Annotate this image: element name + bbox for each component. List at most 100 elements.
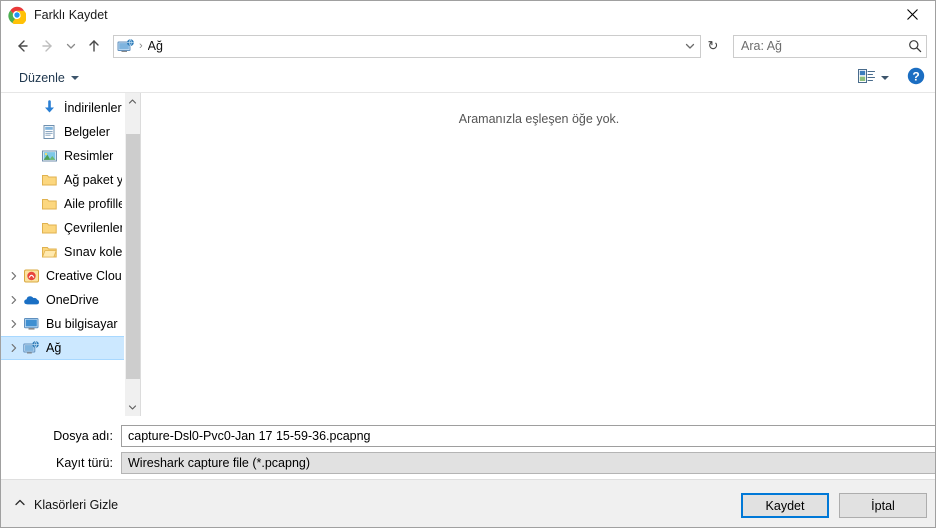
up-arrow-icon [89, 40, 99, 52]
up-button[interactable] [81, 33, 107, 59]
save-as-dialog: Farklı Kaydet › Ağ ↻ Ara: Ağ Düzenle ? İ… [0, 0, 936, 528]
organize-button[interactable]: Düzenle [15, 69, 83, 87]
filetype-row: Kayıt türü: Wireshark capture file (*.pc… [1, 452, 935, 474]
folder-tree: İndirilenler Belgeler Resimler Ağ paket yak… [1, 93, 140, 360]
sidebar-item[interactable]: Sınav koleji [1, 240, 140, 264]
view-options-button[interactable] [858, 68, 889, 87]
sidebar-item-label: OneDrive [46, 293, 99, 307]
folder-open-icon [40, 244, 58, 260]
network-icon [22, 340, 40, 356]
pictures-icon [40, 148, 58, 164]
file-list-pane[interactable]: Aramanızla eşleşen öğe yok. [140, 93, 935, 416]
command-bar: Düzenle ? [1, 63, 935, 93]
expander-chevron-icon[interactable] [9, 271, 19, 281]
svg-text:?: ? [912, 69, 919, 83]
back-button[interactable] [9, 33, 35, 59]
onedrive-icon [23, 296, 39, 305]
filetype-field[interactable]: Wireshark capture file (*.pcapng) [121, 452, 935, 474]
scrollbar-thumb[interactable] [126, 134, 140, 379]
pictures-icon [41, 150, 57, 162]
sidebar-item-label: Ağ [46, 341, 62, 355]
sidebar-item-label: Aile profilleri (eb [64, 197, 122, 211]
folder-icon [41, 199, 57, 210]
breadcrumb-separator: › [139, 40, 143, 52]
dialog-body: İndirilenler Belgeler Resimler Ağ paket yak… [1, 93, 935, 416]
chrome-icon [8, 6, 27, 26]
view-layout-icon [858, 68, 876, 87]
sidebar-item-label: Resimler [64, 149, 114, 163]
back-arrow-icon [18, 40, 28, 52]
scroll-down-button[interactable] [125, 399, 140, 416]
search-input[interactable]: Ara: Ağ [741, 39, 904, 53]
cancel-button[interactable]: İptal [839, 493, 927, 518]
expander-chevron-icon[interactable] [9, 343, 19, 353]
tree-expander[interactable] [6, 319, 22, 329]
sidebar-item[interactable]: OneDrive [1, 288, 140, 312]
computer-icon [22, 316, 40, 332]
folder-icon [40, 220, 58, 236]
navigation-bar: › Ağ ↻ Ara: Ağ [1, 29, 935, 63]
chevron-down-icon [128, 405, 137, 410]
sidebar-item[interactable]: Belgeler [1, 120, 140, 144]
expander-chevron-icon[interactable] [9, 319, 19, 329]
sidebar-item[interactable]: Ağ [1, 336, 140, 360]
sidebar-item-label: Sınav koleji [64, 245, 122, 259]
navigation-pane: İndirilenler Belgeler Resimler Ağ paket yak… [1, 93, 140, 416]
forward-button[interactable] [35, 33, 61, 59]
forward-arrow-icon [42, 40, 52, 52]
empty-message: Aramanızla eşleşen öğe yok. [458, 112, 620, 126]
folder-icon [40, 172, 58, 188]
sidebar-item[interactable]: Çevrilenler [1, 216, 140, 240]
save-button[interactable]: Kaydet [741, 493, 829, 518]
chevron-up-icon [14, 497, 26, 512]
sidebar-item[interactable]: Creative Cloud Fil [1, 264, 140, 288]
recent-locations-button[interactable] [61, 33, 81, 59]
onedrive-icon [22, 292, 40, 308]
breadcrumb[interactable]: Ağ [148, 39, 680, 53]
address-bar[interactable]: › Ağ [113, 34, 701, 58]
tree-expander[interactable] [6, 271, 22, 281]
chevron-up-icon [128, 99, 137, 104]
sidebar-item-label: Belgeler [64, 125, 110, 139]
filename-input[interactable]: capture-Dsl0-Pvc0-Jan 17 15-59-36.pcapng [128, 429, 935, 443]
sidebar-item-label: Ağ paket yakalar [64, 173, 122, 187]
sidebar-item-label: Creative Cloud Fil [46, 269, 122, 283]
creative-cloud-icon [22, 268, 40, 284]
downloads-icon [44, 100, 54, 113]
save-form: Dosya adı: capture-Dsl0-Pvc0-Jan 17 15-5… [1, 416, 935, 479]
sidebar-item-label: İndirilenler [64, 101, 122, 115]
address-dropdown-button[interactable] [680, 40, 700, 52]
help-button[interactable]: ? [907, 67, 925, 88]
filetype-value[interactable]: Wireshark capture file (*.pcapng) [128, 456, 935, 470]
refresh-icon: ↻ [707, 38, 719, 53]
folder-icon [40, 196, 58, 212]
filename-row: Dosya adı: capture-Dsl0-Pvc0-Jan 17 15-5… [1, 425, 935, 447]
sidebar-item[interactable]: Ağ paket yakalar [1, 168, 140, 192]
close-button[interactable] [890, 1, 935, 28]
dialog-footer: Klasörleri Gizle Kaydet İptal [1, 479, 935, 527]
title-bar: Farklı Kaydet [1, 1, 935, 29]
expander-chevron-icon[interactable] [9, 295, 19, 305]
folder-icon [41, 223, 57, 234]
tree-expander[interactable] [6, 295, 22, 305]
organize-label: Düzenle [19, 70, 65, 85]
tree-expander[interactable] [6, 343, 22, 353]
filename-field[interactable]: capture-Dsl0-Pvc0-Jan 17 15-59-36.pcapng [121, 425, 935, 447]
sidebar-item[interactable]: İndirilenler [1, 96, 140, 120]
hide-folders-button[interactable]: Klasörleri Gizle [14, 497, 118, 512]
search-box[interactable]: Ara: Ağ [733, 34, 927, 58]
navigation-pane-scrollbar[interactable] [124, 93, 140, 416]
sidebar-item[interactable]: Bu bilgisayar [1, 312, 140, 336]
sidebar-item-label: Bu bilgisayar [46, 317, 118, 331]
chevron-down-icon [685, 43, 695, 49]
refresh-button[interactable]: ↻ [702, 35, 724, 58]
chevron-down-icon [66, 43, 76, 49]
sidebar-item[interactable]: Resimler [1, 144, 140, 168]
sidebar-item[interactable]: Aile profilleri (eb [1, 192, 140, 216]
documents-icon [40, 124, 58, 140]
help-circle-icon: ? [907, 67, 925, 88]
window-title: Farklı Kaydet [34, 8, 108, 22]
scroll-up-button[interactable] [125, 93, 140, 110]
folder-open-icon [41, 247, 57, 258]
search-icon [904, 39, 926, 53]
